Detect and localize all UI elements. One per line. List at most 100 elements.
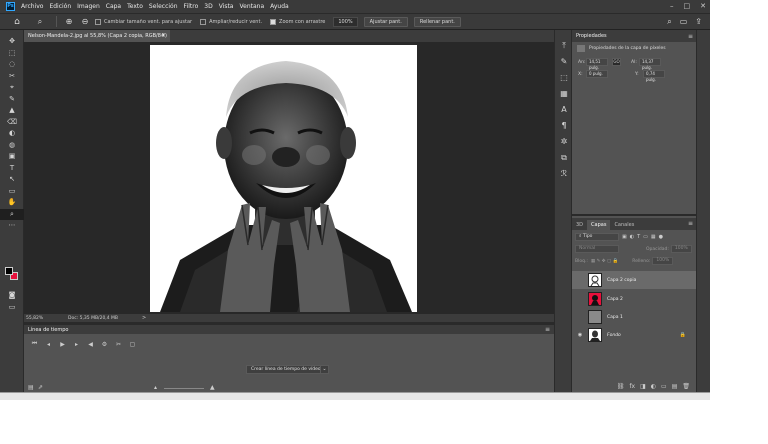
lock-icons[interactable]: ▦ ✎ ✥ ▢ 🔒 [591, 259, 618, 264]
filter-shape-icon[interactable]: ▭ [643, 234, 648, 240]
chevron-down-icon[interactable]: ⌄ [320, 365, 329, 374]
lasso-tool-icon[interactable]: ◌ [0, 59, 24, 71]
film-icon[interactable]: ▤ [28, 384, 34, 392]
layer-name[interactable]: Capa 2 copia [607, 278, 636, 283]
x-field[interactable]: 0 pulg. [586, 70, 608, 78]
layer-capa-2-copia[interactable]: Capa 2 copia [572, 271, 696, 289]
tab-3d[interactable]: 3D [572, 220, 587, 230]
tab-canales[interactable]: Canales [610, 220, 638, 230]
document-tab[interactable]: Nelson-Mandela-2.jpg al 55,8% (Capa 2 co… [24, 30, 170, 51]
width-field[interactable]: 14,51 pulg. [586, 58, 608, 70]
lock-icon[interactable]: 🔒 [680, 332, 686, 338]
minimize-icon[interactable]: – [670, 2, 674, 10]
opacity-field[interactable]: 100% [670, 245, 692, 253]
filter-toggle-icon[interactable]: ● [659, 234, 663, 240]
share-icon[interactable]: ⇪ [695, 17, 702, 27]
height-field[interactable]: 14,37 pulg. [639, 58, 661, 70]
shape-tool-icon[interactable]: ▭ [0, 186, 24, 198]
menu-capa[interactable]: Capa [106, 3, 121, 10]
y-field[interactable]: 0,74 pulg. [643, 70, 665, 82]
zoom-out-icon[interactable]: ⊖ [79, 16, 91, 28]
close-icon[interactable]: ✕ [700, 2, 706, 10]
timeline-title[interactable]: Línea de tiempo [28, 327, 68, 333]
eye-icon[interactable]: ◉ [575, 332, 585, 338]
hand-tool-icon[interactable]: ✋ [0, 197, 24, 209]
character-icon[interactable]: A [555, 102, 573, 118]
workspace-icon[interactable]: ▭ [680, 17, 688, 27]
scrubby-zoom-checkbox[interactable] [270, 18, 277, 25]
document-canvas[interactable] [150, 45, 417, 312]
timeline-menu-icon[interactable]: ≡ [545, 325, 550, 334]
zoom-in-icon[interactable]: ⊕ [63, 16, 75, 28]
brush-tool-icon[interactable]: ✎ [0, 94, 24, 106]
filter-pixel-icon[interactable]: ▣ [622, 234, 627, 240]
split-icon[interactable]: ✂ [115, 341, 122, 348]
filter-type-icon[interactable]: T [637, 234, 640, 240]
adjustment-layer-icon[interactable]: ◐ [651, 383, 656, 390]
layer-name[interactable]: Fondo [607, 333, 621, 338]
eyedropper-tool-icon[interactable]: ⌖ [0, 82, 24, 94]
add-mask-icon[interactable]: ◨ [640, 383, 646, 390]
type-tool-icon[interactable]: T [0, 163, 24, 175]
gradient-tool-icon[interactable]: ◐ [0, 128, 24, 140]
canvas-area[interactable] [24, 42, 554, 314]
previous-frame-icon[interactable]: ◂ [45, 341, 52, 348]
trash-icon[interactable]: 🗑 [682, 383, 690, 390]
tab-capas[interactable]: Capas [587, 220, 611, 230]
layer-name[interactable]: Capa 1 [607, 315, 623, 320]
menu-filtro[interactable]: Filtro [184, 3, 199, 10]
resize-windows-option[interactable]: Cambiar tamaño vent. para ajustar [95, 18, 192, 25]
status-menu-arrow[interactable]: > [142, 314, 146, 322]
paragraph-icon[interactable]: ¶ [555, 118, 573, 134]
blend-mode-select[interactable]: Normal [575, 245, 619, 253]
layer-style-icon[interactable]: fx [629, 383, 635, 390]
transition-icon[interactable]: ▢ [129, 341, 136, 348]
menu-ayuda[interactable]: Ayuda [270, 3, 289, 10]
panel-menu-icon[interactable]: ≡ [688, 220, 693, 227]
properties-title[interactable]: Propiedades [576, 33, 607, 39]
menu-archivo[interactable]: Archivo [21, 3, 43, 10]
close-tab-icon[interactable]: × [161, 30, 166, 42]
zoom-all-option[interactable]: Ampliar/reducir vent. [200, 18, 262, 25]
scrollbar-column[interactable] [696, 30, 710, 392]
filter-kind-select[interactable]: ⌕ Tipo [575, 233, 619, 241]
menu-3d[interactable]: 3D [204, 3, 212, 10]
screen-mode-icon[interactable]: ▭ [0, 302, 24, 314]
fill-field[interactable]: 100% [652, 257, 674, 265]
filter-smart-object-icon[interactable]: ▦ [651, 234, 656, 240]
zoom-percent-field[interactable]: 100% [333, 16, 358, 27]
fill-screen-button[interactable]: Rellenar pant. [413, 16, 461, 27]
brush-settings-icon[interactable]: ✎ [555, 54, 573, 70]
menu-texto[interactable]: Texto [127, 3, 143, 10]
more-tools-icon[interactable]: ⋯ [0, 220, 24, 232]
menu-seleccion[interactable]: Selección [149, 3, 178, 10]
layer-capa-1[interactable]: Capa 1 [572, 308, 696, 326]
render-icon[interactable]: ⇗ [38, 384, 43, 392]
layer-capa-2[interactable]: Capa 2 [572, 290, 696, 308]
create-video-timeline-button[interactable]: Crear línea de tiempo de vídeo [246, 365, 326, 374]
menu-vista[interactable]: Vista [219, 3, 234, 10]
eraser-tool-icon[interactable]: ⌫ [0, 117, 24, 129]
scrubby-zoom-option[interactable]: Zoom con arrastre [270, 18, 325, 25]
link-proportions-icon[interactable]: GO [612, 58, 621, 66]
next-frame-icon[interactable]: ▸ [73, 341, 80, 348]
marquee-tool-icon[interactable]: ⬚ [0, 48, 24, 60]
move-tool-icon[interactable]: ✥ [0, 36, 24, 48]
menu-imagen[interactable]: Imagen [77, 3, 100, 10]
menu-edicion[interactable]: Edición [49, 3, 71, 10]
layer-name[interactable]: Capa 2 [607, 297, 623, 302]
stamp-tool-icon[interactable]: ▲ [0, 105, 24, 117]
status-zoom[interactable]: 55,82% [26, 316, 58, 321]
glyphs-icon[interactable]: ℛ [555, 166, 573, 182]
pen-tool-icon[interactable]: ▣ [0, 151, 24, 163]
zoom-all-checkbox[interactable] [200, 18, 207, 25]
crop-tool-icon[interactable]: ✂ [0, 71, 24, 83]
maximize-icon[interactable]: □ [684, 2, 691, 10]
zoom-tool-icon[interactable]: ⌕ [0, 208, 24, 220]
search-icon[interactable]: ⌕ [667, 17, 671, 27]
libraries-icon[interactable]: ⧉ [555, 150, 573, 166]
new-layer-icon[interactable]: ▤ [672, 383, 678, 390]
group-icon[interactable]: ▭ [661, 383, 667, 390]
swatches-icon[interactable]: ▦ [555, 86, 573, 102]
path-selection-tool-icon[interactable]: ↖ [0, 174, 24, 186]
